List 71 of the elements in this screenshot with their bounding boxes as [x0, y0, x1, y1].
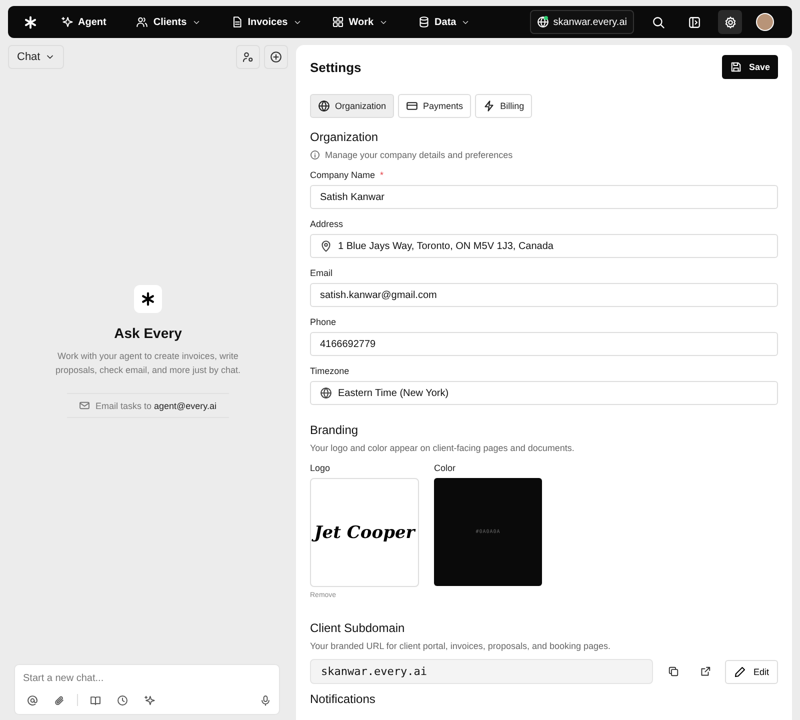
settings-tab[interactable]: Organization	[310, 94, 394, 118]
chat-description: Work with your agent to create invoices, write proposals, check email, and more just by chat.	[54, 350, 242, 377]
section-heading: Notifications	[310, 692, 376, 706]
section-heading: Branding	[310, 423, 360, 437]
lightning-icon	[483, 100, 496, 112]
map-pin-icon	[320, 240, 332, 252]
settings-tab[interactable]: Payments	[398, 94, 472, 118]
avatar[interactable]	[756, 13, 774, 31]
globe-icon	[318, 100, 330, 112]
microphone-icon	[260, 694, 271, 706]
nav-menu-item[interactable]: Agent	[53, 12, 114, 32]
section-heading: Client Subdomain	[310, 621, 406, 635]
input-field[interactable]: Eastern Time (New York)	[310, 381, 778, 405]
search-icon	[652, 16, 664, 28]
nav-menu-item[interactable]: Invoices	[222, 12, 310, 32]
field-label: Color	[434, 463, 457, 473]
field-label: Logo	[310, 463, 332, 473]
required-mark: *	[380, 170, 384, 180]
input-field[interactable]: 1 Blue Jays Way, Toronto, ON M5V 1J3, Canada	[310, 234, 778, 258]
email-tasks-text: Email tasks to agent@every.ai	[95, 400, 217, 411]
chat-dropdown[interactable]: Chat	[8, 45, 64, 69]
nav-menu-item[interactable]: Data	[410, 12, 478, 32]
copy-icon	[668, 666, 679, 677]
plus-circle-icon	[270, 51, 282, 63]
asterisk-logo-icon	[24, 16, 37, 28]
sidebar-icon	[688, 16, 700, 28]
settings-button[interactable]	[718, 10, 742, 34]
globe-icon	[537, 16, 550, 28]
external-link-icon	[700, 666, 711, 677]
nav-menu-item[interactable]: Clients	[128, 12, 209, 32]
document-icon	[230, 16, 243, 28]
section-note: Your branded URL for client portal, invoices, proposals, and booking pages.	[310, 641, 612, 651]
input-field[interactable]: Satish Kanwar	[310, 185, 778, 209]
field-label: Email	[310, 268, 333, 278]
sparkle-icon	[61, 16, 73, 28]
clock-icon	[117, 694, 128, 706]
at-sign-icon	[27, 694, 38, 706]
settings-icon	[724, 16, 736, 28]
info-icon	[310, 150, 320, 160]
field-label: Phone	[310, 317, 336, 327]
card-icon	[406, 100, 418, 112]
panel-title: Settings	[310, 60, 362, 74]
sparkle-icon	[144, 694, 155, 706]
logo-preview[interactable]: Jet Cooper	[310, 478, 419, 587]
users-icon	[136, 16, 148, 28]
domain-button[interactable]: skanwar.every.ai	[530, 10, 634, 34]
section-note: Manage your company details and preferences	[325, 150, 513, 160]
mail-icon	[79, 400, 90, 412]
field-label: Company Name	[310, 170, 376, 180]
book-icon	[90, 694, 101, 706]
chat-heading: Ask Every	[114, 324, 182, 341]
section-note: Your logo and color appear on client-facing pages and documents.	[310, 443, 576, 453]
nav-menu-item[interactable]: Work	[324, 12, 396, 32]
settings-tab[interactable]: Billing	[475, 94, 532, 118]
save-button[interactable]: Save	[722, 55, 778, 79]
paperclip-icon	[54, 694, 65, 706]
person-gear-icon	[242, 51, 254, 63]
asterisk-icon	[141, 292, 155, 306]
section-heading: Organization	[310, 130, 380, 144]
edit-button[interactable]: Edit	[725, 660, 778, 684]
new-chat-button[interactable]	[264, 45, 288, 69]
database-icon	[418, 16, 430, 28]
subdomain-field: skanwar.every.ai	[310, 659, 654, 684]
globe-icon	[320, 387, 332, 399]
pencil-icon	[734, 666, 746, 678]
input-field[interactable]: 4166692779	[310, 332, 778, 356]
input-field[interactable]: satish.kanwar@gmail.com	[310, 283, 778, 307]
agent-settings-button[interactable]	[236, 45, 260, 69]
grid-icon	[332, 16, 344, 28]
field-label: Address	[310, 219, 344, 229]
field-label: Timezone	[310, 366, 350, 376]
